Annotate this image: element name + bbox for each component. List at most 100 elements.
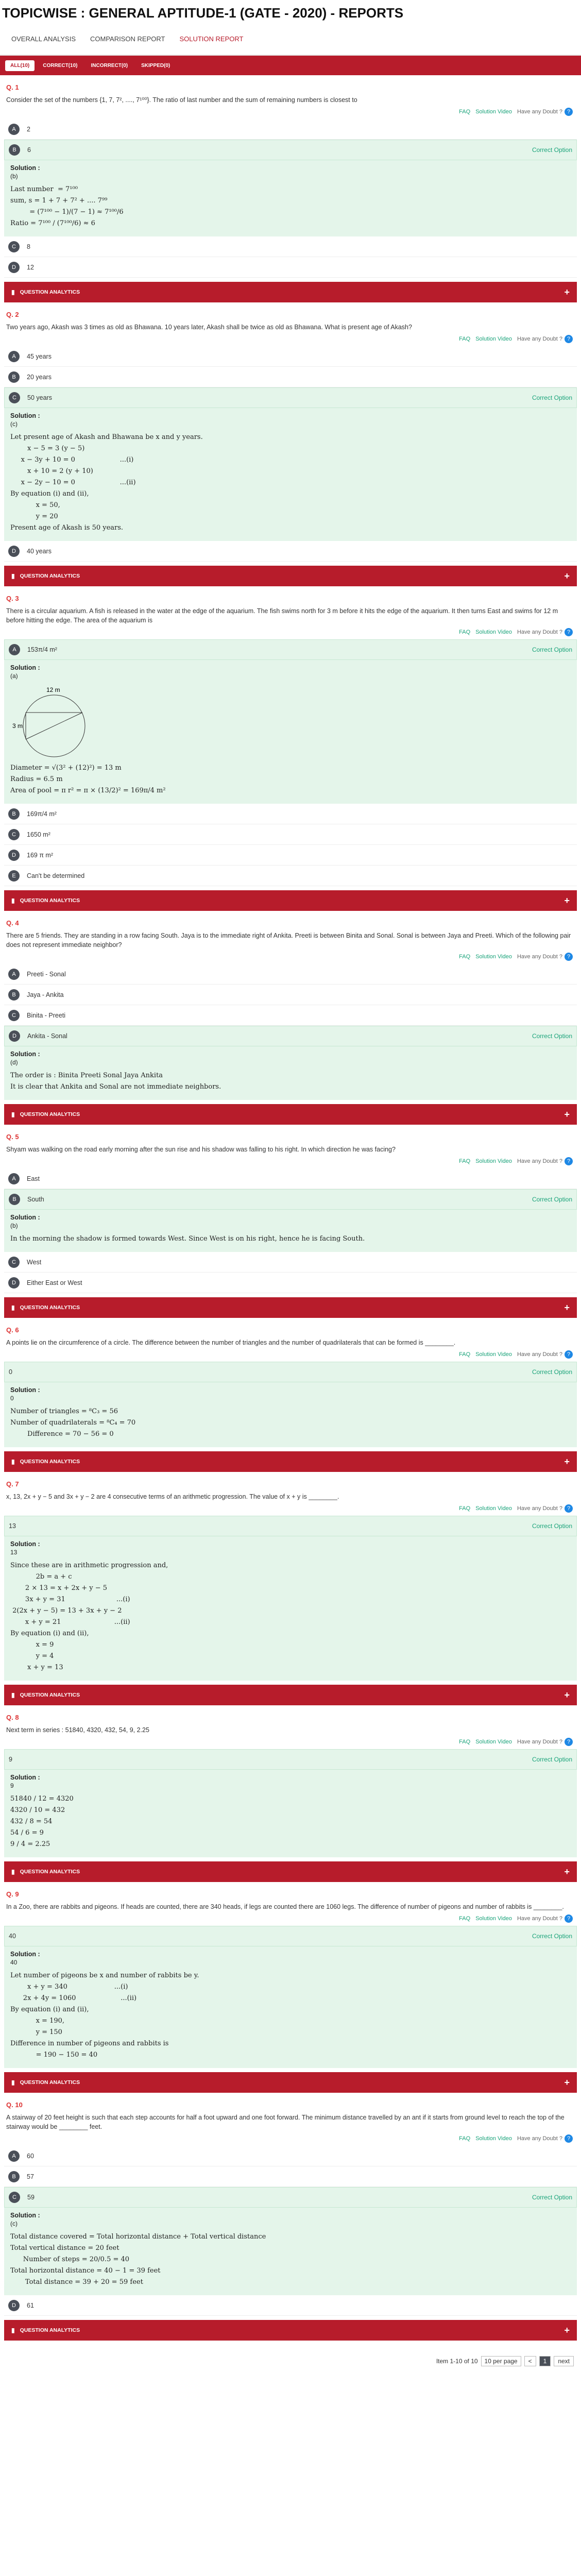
next-page-button[interactable]: next bbox=[554, 2356, 574, 2366]
question-analytics-bar[interactable]: ▮ QUESTION ANALYTICS + bbox=[4, 566, 577, 586]
per-page-select[interactable]: 10 per page bbox=[481, 2356, 521, 2366]
help-icon[interactable]: ? bbox=[565, 1157, 573, 1165]
doubt-link[interactable]: Have any Doubt ? bbox=[517, 1158, 562, 1164]
option-row[interactable]: 13 Correct Option bbox=[4, 1516, 577, 1536]
faq-link[interactable]: FAQ bbox=[459, 629, 470, 635]
solution-video-link[interactable]: Solution Video bbox=[475, 1158, 512, 1164]
option-row[interactable]: C 50 years Correct Option bbox=[4, 387, 577, 408]
help-icon[interactable]: ? bbox=[565, 1504, 573, 1513]
solution-video-link[interactable]: Solution Video bbox=[475, 109, 512, 115]
expand-icon[interactable]: + bbox=[564, 895, 570, 906]
expand-icon[interactable]: + bbox=[564, 1690, 570, 1701]
doubt-link[interactable]: Have any Doubt ? bbox=[517, 1916, 562, 1922]
help-icon[interactable]: ? bbox=[565, 1738, 573, 1746]
doubt-link[interactable]: Have any Doubt ? bbox=[517, 336, 562, 342]
faq-link[interactable]: FAQ bbox=[459, 1505, 470, 1512]
question-analytics-bar[interactable]: ▮ QUESTION ANALYTICS + bbox=[4, 890, 577, 911]
option-row[interactable]: B 20 years bbox=[4, 367, 577, 387]
help-icon[interactable]: ? bbox=[565, 953, 573, 961]
expand-icon[interactable]: + bbox=[564, 1456, 570, 1467]
solution-video-link[interactable]: Solution Video bbox=[475, 1505, 512, 1512]
solution-video-link[interactable]: Solution Video bbox=[475, 1916, 512, 1922]
expand-icon[interactable]: + bbox=[564, 1867, 570, 1877]
help-icon[interactable]: ? bbox=[565, 628, 573, 636]
option-row[interactable]: B South Correct Option bbox=[4, 1189, 577, 1210]
expand-icon[interactable]: + bbox=[564, 2077, 570, 2088]
page-1-button[interactable]: 1 bbox=[539, 2356, 551, 2366]
question-analytics-bar[interactable]: ▮ QUESTION ANALYTICS + bbox=[4, 2072, 577, 2093]
faq-link[interactable]: FAQ bbox=[459, 2136, 470, 2142]
help-icon[interactable]: ? bbox=[565, 1914, 573, 1923]
option-row[interactable]: 40 Correct Option bbox=[4, 1926, 577, 1946]
option-row[interactable]: A2 bbox=[4, 119, 577, 140]
option-row[interactable]: D 61 bbox=[4, 2295, 577, 2316]
option-row[interactable]: C 59 Correct Option bbox=[4, 2187, 577, 2208]
option-row[interactable]: B 6 Correct Option bbox=[4, 140, 577, 160]
option-row[interactable]: B Jaya - Ankita bbox=[4, 985, 577, 1005]
question-analytics-bar[interactable]: ▮ QUESTION ANALYTICS + bbox=[4, 1297, 577, 1318]
expand-icon[interactable]: + bbox=[564, 2325, 570, 2336]
expand-icon[interactable]: + bbox=[564, 1302, 570, 1313]
question-analytics-bar[interactable]: ▮ QUESTION ANALYTICS + bbox=[4, 1685, 577, 1705]
solution-video-link[interactable]: Solution Video bbox=[475, 629, 512, 635]
option-row[interactable]: D 169 π m² bbox=[4, 845, 577, 866]
doubt-link[interactable]: Have any Doubt ? bbox=[517, 2136, 562, 2142]
help-icon[interactable]: ? bbox=[565, 2134, 573, 2143]
option-row[interactable]: D Ankita - Sonal Correct Option bbox=[4, 1026, 577, 1046]
expand-icon[interactable]: + bbox=[564, 571, 570, 582]
doubt-link[interactable]: Have any Doubt ? bbox=[517, 629, 562, 635]
option-row[interactable]: A 60 bbox=[4, 2146, 577, 2166]
option-row[interactable]: B 169π/4 m² bbox=[4, 804, 577, 824]
faq-link[interactable]: FAQ bbox=[459, 1158, 470, 1164]
question-analytics-bar[interactable]: ▮ QUESTION ANALYTICS + bbox=[4, 1861, 577, 1882]
filter-all[interactable]: ALL(10) bbox=[5, 60, 35, 71]
tab-overall-analysis[interactable]: OVERALL ANALYSIS bbox=[5, 31, 82, 47]
help-icon[interactable]: ? bbox=[565, 108, 573, 116]
solution-video-link[interactable]: Solution Video bbox=[475, 954, 512, 960]
faq-link[interactable]: FAQ bbox=[459, 954, 470, 960]
option-row[interactable]: 0 Correct Option bbox=[4, 1362, 577, 1382]
question-analytics-bar[interactable]: ▮ QUESTION ANALYTICS + bbox=[4, 2320, 577, 2341]
doubt-link[interactable]: Have any Doubt ? bbox=[517, 1351, 562, 1358]
tab-solution-report[interactable]: SOLUTION REPORT bbox=[173, 31, 249, 47]
option-row[interactable]: D 40 years bbox=[4, 541, 577, 562]
prev-page-button[interactable]: < bbox=[524, 2356, 536, 2366]
faq-link[interactable]: FAQ bbox=[459, 1739, 470, 1745]
doubt-link[interactable]: Have any Doubt ? bbox=[517, 954, 562, 960]
question-analytics-bar[interactable]: ▮ QUESTION ANALYTICS + bbox=[4, 1104, 577, 1125]
solution-video-link[interactable]: Solution Video bbox=[475, 2136, 512, 2142]
option-row[interactable]: D 12 bbox=[4, 257, 577, 278]
expand-icon[interactable]: + bbox=[564, 1109, 570, 1120]
option-row[interactable]: 9 Correct Option bbox=[4, 1749, 577, 1770]
option-row[interactable]: C West bbox=[4, 1252, 577, 1273]
expand-icon[interactable]: + bbox=[564, 287, 570, 298]
faq-link[interactable]: FAQ bbox=[459, 336, 470, 342]
filter-incorrect[interactable]: INCORRECT(0) bbox=[86, 60, 133, 71]
faq-link[interactable]: FAQ bbox=[459, 109, 470, 115]
option-row[interactable]: D Either East or West bbox=[4, 1273, 577, 1293]
solution-video-link[interactable]: Solution Video bbox=[475, 336, 512, 342]
doubt-link[interactable]: Have any Doubt ? bbox=[517, 1739, 562, 1745]
solution-video-link[interactable]: Solution Video bbox=[475, 1739, 512, 1745]
option-row[interactable]: E Can't be determined bbox=[4, 866, 577, 886]
faq-link[interactable]: FAQ bbox=[459, 1351, 470, 1358]
option-row[interactable]: A Preeti - Sonal bbox=[4, 964, 577, 985]
option-row[interactable]: A East bbox=[4, 1168, 577, 1189]
option-row[interactable]: C 1650 m² bbox=[4, 824, 577, 845]
option-row[interactable]: C8 bbox=[4, 236, 577, 257]
option-row[interactable]: B 57 bbox=[4, 2166, 577, 2187]
faq-link[interactable]: FAQ bbox=[459, 1916, 470, 1922]
question-analytics-bar[interactable]: ▮ QUESTION ANALYTICS + bbox=[4, 1451, 577, 1472]
option-row[interactable]: C Binita - Preeti bbox=[4, 1005, 577, 1026]
tab-comparison-report[interactable]: COMPARISON REPORT bbox=[84, 31, 171, 47]
doubt-link[interactable]: Have any Doubt ? bbox=[517, 109, 562, 115]
filter-correct[interactable]: CORRECT(10) bbox=[38, 60, 82, 71]
option-row[interactable]: A 153π/4 m² Correct Option bbox=[4, 639, 577, 660]
option-row[interactable]: A 45 years bbox=[4, 346, 577, 367]
help-icon[interactable]: ? bbox=[565, 1350, 573, 1359]
solution-video-link[interactable]: Solution Video bbox=[475, 1351, 512, 1358]
question-analytics-bar[interactable]: ▮ QUESTION ANALYTICS + bbox=[4, 282, 577, 302]
doubt-link[interactable]: Have any Doubt ? bbox=[517, 1505, 562, 1512]
filter-skipped[interactable]: SKIPPED(0) bbox=[136, 60, 175, 71]
help-icon[interactable]: ? bbox=[565, 335, 573, 343]
